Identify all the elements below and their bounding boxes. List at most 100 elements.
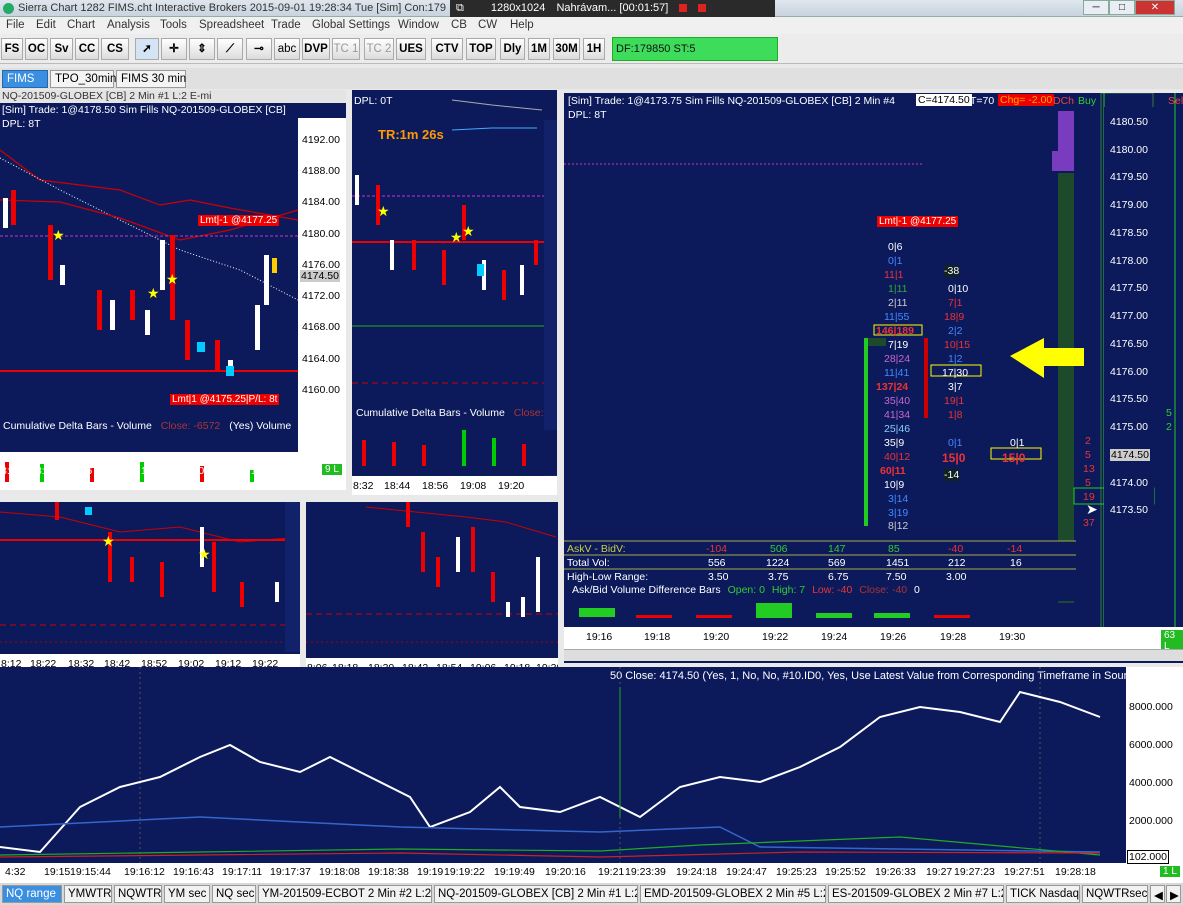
chart4-candles	[406, 502, 540, 617]
maximize-button[interactable]: □	[1109, 0, 1135, 15]
chart1-price-8: 4164.00	[302, 353, 340, 365]
menu-cb[interactable]: CB	[451, 19, 467, 31]
dvp-button[interactable]: DVP	[302, 38, 330, 60]
ray-tool-icon[interactable]: ⊸	[246, 38, 272, 60]
dom-time-0: 19:16	[586, 631, 613, 643]
stats-hl-range-3: 7.50	[886, 571, 907, 583]
fp-col1-4: 2|11	[888, 297, 908, 309]
stats-total-vol-2: 569	[828, 557, 846, 569]
tab-tpo-30min[interactable]: TPO_30min	[50, 70, 116, 88]
chart3-plot: ★ ★	[0, 502, 300, 674]
menu-tools[interactable]: Tools	[160, 19, 187, 31]
stats-total-vol-5: 16	[1010, 557, 1022, 569]
30m-button[interactable]: 30M	[553, 38, 580, 60]
ues-button[interactable]: UES	[396, 38, 426, 60]
menu-global-settings[interactable]: Global Settings	[312, 19, 390, 31]
record-stop-icon[interactable]	[679, 4, 688, 13]
bottom-time-20: 19:27	[926, 866, 953, 878]
tab-fims-30min[interactable]: FIMS 30 min	[116, 70, 186, 88]
chart1-order-top[interactable]: Lmt|-1 @4177.25	[198, 215, 280, 226]
menu-trade[interactable]: Trade	[271, 19, 301, 31]
dom-diff-bars	[579, 603, 970, 618]
bottom-time-19: 19:26:33	[875, 866, 916, 878]
fs-button[interactable]: FS	[1, 38, 23, 60]
record-pause-icon[interactable]	[698, 4, 707, 13]
ctv-button[interactable]: CTV	[431, 38, 463, 60]
svg-text:★: ★	[450, 229, 463, 245]
fp-col2-5: 10|15	[944, 339, 971, 351]
tab-nqwtrsec[interactable]: NQWTRsec	[1082, 885, 1148, 903]
tabs-scroll-right-icon[interactable]: ▶	[1166, 885, 1181, 903]
dom-time-5: 19:26	[880, 631, 907, 643]
chart-nq-2min-1[interactable]: NQ-201509-GLOBEX [CB] 2 Min #1 L:2 E-mi …	[0, 90, 346, 490]
dom-price-9: 4176.00	[1110, 366, 1148, 378]
chart-nq-2min-3[interactable]: ★ ★ 8:12 18:22 18:32 18:42 18:52 19:02 1…	[0, 502, 300, 674]
tab-nq-chart[interactable]: NQ-201509-GLOBEX [CB] 2 Min #1 L:2	[434, 885, 638, 903]
tab-ym-chart[interactable]: YM-201509-ECBOT 2 Min #2 L:2	[258, 885, 432, 903]
tab-ym-sec[interactable]: YM sec	[164, 885, 210, 903]
tabs-scroll-left-icon[interactable]: ◀	[1150, 885, 1165, 903]
menu-edit[interactable]: Edit	[36, 19, 56, 31]
menu-window[interactable]: Window	[398, 19, 439, 31]
menu-cw[interactable]: CW	[478, 19, 497, 31]
tc1-button[interactable]: TC 1	[332, 38, 360, 60]
top-button[interactable]: TOP	[466, 38, 496, 60]
bottom-time-18: 19:25:52	[825, 866, 866, 878]
tab-emd-chart[interactable]: EMD-201509-GLOBEX 2 Min #5 L:2	[640, 885, 826, 903]
tab-tick-nasdaq[interactable]: TICK Nasdaq	[1006, 885, 1080, 903]
text-tool-button[interactable]: abc	[274, 38, 300, 60]
dom-volume-bars-red	[924, 338, 928, 418]
tab-es-chart[interactable]: ES-201509-GLOBEX 2 Min #7 L:2	[828, 885, 1004, 903]
dom-volume-bars-green	[864, 338, 868, 526]
menu-file[interactable]: File	[6, 19, 25, 31]
chart1-time-1: 18:38	[30, 465, 57, 477]
bottom-plot	[0, 667, 1183, 883]
fp-col2-7: 17|30	[942, 367, 969, 379]
menu-help[interactable]: Help	[510, 19, 534, 31]
dom-time-3: 19:22	[762, 631, 789, 643]
tab-ymwtr[interactable]: YMWTR	[64, 885, 112, 903]
tab-nq-sec[interactable]: NQ sec	[212, 885, 256, 903]
bottom-time-23: 19:28:18	[1055, 866, 1096, 878]
pointer-tool-icon[interactable]: ➚	[135, 38, 159, 60]
dom-scrollbar[interactable]	[564, 649, 1183, 661]
line-tool-icon[interactable]: ⟋	[217, 38, 243, 60]
dly-button[interactable]: Dly	[500, 38, 525, 60]
dom-price-8: 4176.50	[1110, 338, 1148, 350]
tc2-button[interactable]: TC 2	[364, 38, 394, 60]
bottom-time-12: 19:20:16	[545, 866, 586, 878]
chart1-order-bottom[interactable]: Lmt|1 @4175.25|P/L: 8t	[170, 394, 280, 405]
stats-total-vol-0: 556	[708, 557, 726, 569]
tab-nq-range[interactable]: NQ range	[2, 885, 62, 903]
dom-order-label[interactable]: Lmt|-1 @4177.25	[877, 216, 959, 227]
chart2-time-3: 19:08	[460, 480, 487, 492]
close-button[interactable]: ✕	[1135, 0, 1175, 15]
fp-col1-13: 25|46	[884, 423, 911, 435]
fp-col1-17: 10|9	[884, 479, 905, 491]
svg-text:★: ★	[52, 227, 65, 243]
cs-button[interactable]: CS	[101, 38, 129, 60]
toolbar: FS OC Sv CC CS ➚ ✛ ⇕ ⟋ ⊸ abc DVP TC 1 TC…	[0, 34, 1183, 64]
dom-time-7: 19:30	[999, 631, 1026, 643]
1m-button[interactable]: 1M	[528, 38, 550, 60]
tab-nqwtr[interactable]: NQWTR	[114, 885, 162, 903]
fp-col2-6: 1|2	[948, 353, 963, 365]
dom-price-10: 4175.50	[1110, 393, 1148, 405]
menu-chart[interactable]: Chart	[67, 19, 95, 31]
chart2-time-1: 18:44	[384, 480, 411, 492]
chart-nq-2min-4[interactable]: 8:06 18:18 18:30 18:42 18:54 19:06 19:18…	[306, 502, 558, 680]
crosshair-tool-icon[interactable]: ✛	[161, 38, 187, 60]
menu-analysis[interactable]: Analysis	[107, 19, 150, 31]
oc-button[interactable]: OC	[25, 38, 48, 60]
measure-tool-icon[interactable]: ⇕	[189, 38, 215, 60]
1h-button[interactable]: 1H	[583, 38, 605, 60]
stats-total-vol-label: Total Vol:	[567, 557, 610, 569]
sv-button[interactable]: Sv	[50, 38, 73, 60]
chart-dom-footprint[interactable]: [Sim] Trade: 1@4173.75 Sim Fills NQ-2015…	[564, 93, 1183, 663]
chart-nq-range[interactable]: 50 Close: 4174.50 (Yes, 1, No, No, #10.I…	[0, 667, 1183, 883]
tab-fims[interactable]: FIMS	[2, 70, 48, 88]
chart-nq-2min-2[interactable]: DPL: 0T TR:1m 26s ★ ★ ★ Cumulative Delta…	[352, 90, 557, 495]
menu-spreadsheet[interactable]: Spreadsheet	[199, 19, 264, 31]
cc-button[interactable]: CC	[75, 38, 99, 60]
minimize-button[interactable]: ─	[1083, 0, 1109, 15]
